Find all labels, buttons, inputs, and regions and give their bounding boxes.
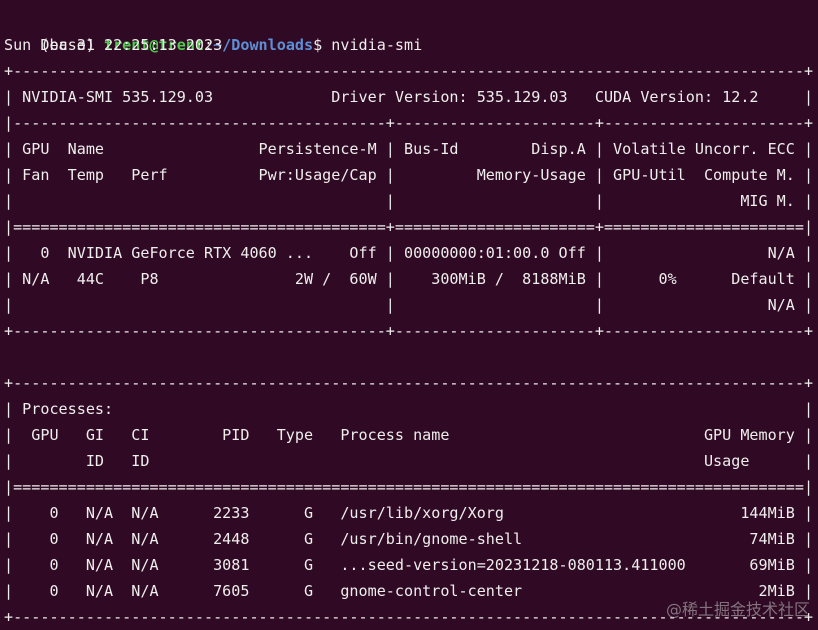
output-line: | ID ID Usage | — [4, 452, 814, 470]
output-line: | Processes: | — [4, 400, 814, 418]
prompt-path: ~/Downloads — [213, 36, 314, 54]
output-line: | | | N/A | — [4, 296, 814, 314]
output-line: | N/A 44C P8 2W / 60W | 300MiB / 8188MiB… — [4, 270, 814, 288]
terminal-window[interactable]: (base) trent@trent:~/Downloads$ nvidia-s… — [4, 0, 818, 626]
date-line: Sun Dec 31 22:25:13 2023 — [4, 36, 223, 54]
output-line: | 0 NVIDIA GeForce RTX 4060 ... Off | 00… — [4, 244, 814, 262]
output-line: | GPU GI CI PID Type Process name GPU Me… — [4, 426, 814, 444]
output-line: | GPU Name Persistence-M | Bus-Id Disp.A… — [4, 140, 814, 158]
output-line: +---------------------------------------… — [4, 322, 814, 340]
output-line: |---------------------------------------… — [4, 114, 814, 132]
output-line: | 0 N/A N/A 3081 G ...seed-version=20231… — [4, 556, 814, 574]
output-line: |=======================================… — [4, 478, 814, 496]
output-line: +---------------------------------------… — [4, 374, 814, 392]
output-line: | Fan Temp Perf Pwr:Usage/Cap | Memory-U… — [4, 166, 814, 184]
output-line: +---------------------------------------… — [4, 62, 814, 80]
output-line: |=======================================… — [4, 218, 814, 236]
command-text: nvidia-smi — [331, 36, 423, 54]
output-line: | 0 N/A N/A 2233 G /usr/lib/xorg/Xorg 14… — [4, 504, 814, 522]
output-line: | 0 N/A N/A 2448 G /usr/bin/gnome-shell … — [4, 530, 814, 548]
output-line: | NVIDIA-SMI 535.129.03 Driver Version: … — [4, 88, 814, 106]
prompt-line: (base) trent@trent:~/Downloads$ nvidia-s… — [4, 6, 422, 54]
output-line: | | | MIG M. | — [4, 192, 814, 210]
prompt-sign: $ — [313, 36, 332, 54]
watermark-text: @稀土掘金技术社区 — [665, 600, 810, 619]
